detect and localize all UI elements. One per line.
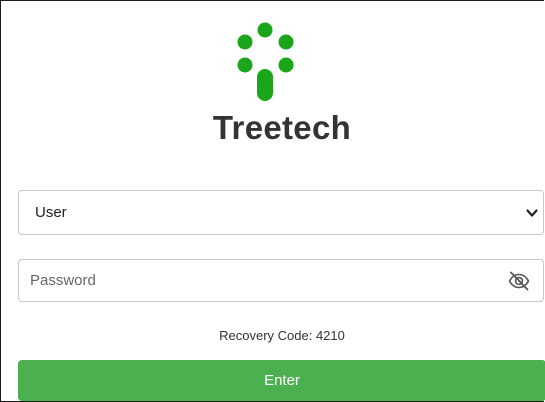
password-field — [18, 259, 544, 302]
login-panel: Treetech User Recovery Code: 4210 Enter — [0, 0, 545, 402]
eye-slash-icon[interactable] — [507, 269, 531, 293]
password-input[interactable] — [30, 260, 490, 301]
treetech-logo-icon — [237, 22, 294, 101]
user-select-value: User — [35, 204, 67, 221]
enter-button[interactable]: Enter — [18, 360, 545, 401]
user-select[interactable]: User — [18, 190, 544, 235]
brand-name: Treetech — [212, 109, 352, 146]
chevron-down-icon — [526, 209, 538, 217]
recovery-code: Recovery Code: 4210 — [219, 328, 345, 343]
